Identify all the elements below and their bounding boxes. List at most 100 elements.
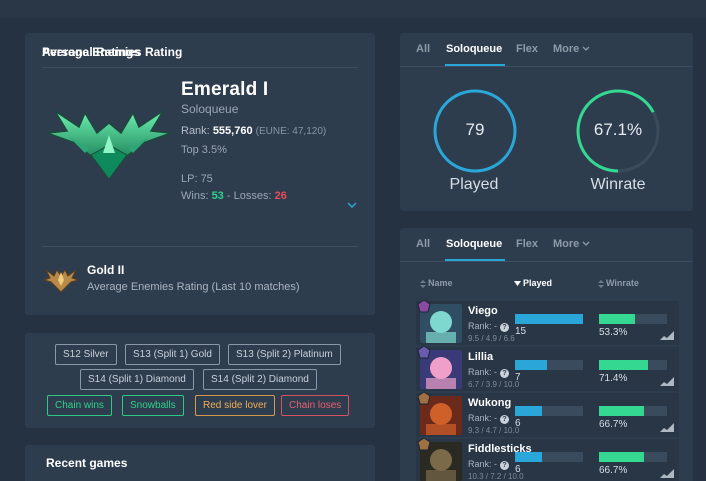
tab-soloqueue[interactable]: Soloqueue (446, 43, 502, 55)
losses-label: Losses: (233, 190, 272, 202)
champion-rank: Rank: -? (468, 321, 510, 332)
column-winrate-label: Winrate (606, 278, 639, 288)
tag-chain-loses[interactable]: Chain loses (281, 395, 350, 416)
played-bar (515, 314, 583, 324)
winrate-percent: 71.4% (599, 373, 628, 384)
tag-red-side-lover[interactable]: Red side lover (195, 395, 275, 416)
losses-value: 26 (274, 190, 287, 202)
trend-chart-icon[interactable] (660, 330, 674, 340)
column-played-label: Played (523, 278, 553, 288)
wins-label: Wins: (181, 190, 209, 202)
played-bar-fill (515, 314, 583, 324)
tags-panel: S12 Silver S13 (Split 1) Gold S13 (Split… (25, 333, 375, 428)
help-icon[interactable]: ? (500, 415, 510, 424)
tab-more[interactable]: More (553, 238, 590, 250)
chevron-down-icon (582, 241, 590, 247)
top-percent: Top 3.5% (181, 144, 227, 156)
champion-rank-label: Rank: - (468, 459, 498, 469)
table-row[interactable]: Viego Rank: -? 9.5 / 4.9 / 6.6 15 53.3% (400, 299, 693, 347)
champions-panel: All Soloqueue Flex More Name Played Winr… (400, 228, 693, 481)
played-bar (515, 360, 583, 370)
tag-chain-wins[interactable]: Chain wins (47, 395, 112, 416)
played-bar (515, 406, 583, 416)
winrate-bar (599, 360, 667, 370)
column-name-label: Name (428, 278, 453, 288)
gold-emblem-icon (43, 269, 79, 293)
rank-name: Emerald I (181, 79, 269, 100)
tab-flex[interactable]: Flex (516, 238, 538, 250)
champion-rank-label: Rank: - (468, 367, 498, 377)
help-icon[interactable]: ? (500, 323, 510, 332)
champion-name[interactable]: Wukong (468, 397, 511, 409)
winrate-value: 67.1% (593, 120, 643, 139)
tab-all[interactable]: All (416, 238, 430, 250)
tag-s13-split1-gold[interactable]: S13 (Split 1) Gold (125, 344, 220, 365)
champion-kda: 9.3 / 4.7 / 10.0 (468, 426, 520, 435)
tag-s13-split2-platinum[interactable]: S13 (Split 2) Platinum (228, 344, 341, 365)
played-bar (515, 452, 583, 462)
tag-snowballs[interactable]: Snowballs (122, 395, 184, 416)
tab-soloqueue[interactable]: Soloqueue (446, 238, 502, 250)
played-value: 79 (465, 120, 485, 139)
tag-s14-split2-diamond[interactable]: S14 (Split 2) Diamond (203, 369, 317, 390)
champion-rank: Rank: -? (468, 367, 510, 378)
help-icon[interactable]: ? (500, 369, 510, 378)
champion-kda: 9.5 / 4.9 / 6.6 (468, 334, 515, 343)
tab-all[interactable]: All (416, 43, 430, 55)
table-row[interactable]: Fiddlesticks Rank: -? 10.3 / 7.2 / 10.0 … (400, 437, 693, 481)
sort-desc-icon (514, 281, 521, 287)
winrate-bar-fill (599, 314, 635, 324)
chevron-down-icon (582, 46, 590, 52)
played-count: 6 (515, 464, 521, 475)
rank-badge-icon (417, 391, 431, 405)
champion-name[interactable]: Lillia (468, 351, 493, 363)
average-enemies-title: Average Enemies Rating (42, 45, 183, 59)
champion-rank: Rank: -? (468, 413, 510, 424)
winrate-percent: 53.3% (599, 327, 628, 338)
sort-icon (598, 279, 604, 288)
chevron-down-icon[interactable] (346, 199, 358, 211)
emerald-emblem-icon (46, 110, 172, 180)
rank-regional: (EUNE: 47,120) (255, 126, 327, 137)
table-row[interactable]: Lillia Rank: -? 6.7 / 3.9 / 10.0 7 71.4% (400, 345, 693, 393)
recent-games-panel: Recent games (25, 445, 375, 481)
stats-panel: All Soloqueue Flex More 79 Played 67.1% … (400, 33, 693, 211)
tag-s14-split1-diamond[interactable]: S14 (Split 1) Diamond (80, 369, 194, 390)
average-rank-description: Average Enemies Rating (Last 10 matches) (87, 281, 300, 293)
divider (400, 66, 693, 67)
top-bar (0, 0, 706, 18)
column-name-header[interactable]: Name (420, 278, 453, 288)
tag-s12-silver[interactable]: S12 Silver (55, 344, 117, 365)
league-points: LP: 75 (181, 173, 213, 185)
winrate-bar-fill (599, 406, 644, 416)
played-bar-fill (515, 452, 542, 462)
table-row[interactable]: Wukong Rank: -? 9.3 / 4.7 / 10.0 6 66.7% (400, 391, 693, 439)
winrate-bar (599, 406, 667, 416)
rank-badge-icon (417, 299, 431, 313)
trend-chart-icon[interactable] (660, 376, 674, 386)
wins-value: 53 (211, 190, 224, 202)
wins-losses: Wins: 53 - Losses: 26 (181, 190, 287, 202)
tab-more[interactable]: More (553, 43, 590, 55)
played-count: 15 (515, 326, 527, 337)
winrate-bar-fill (599, 452, 644, 462)
separator: - (226, 190, 231, 202)
champion-name[interactable]: Viego (468, 305, 498, 317)
champion-rank-label: Rank: - (468, 321, 498, 331)
column-winrate-header[interactable]: Winrate (598, 278, 639, 288)
recent-games-title: Recent games (46, 456, 128, 470)
tab-more-label: More (553, 238, 580, 250)
winrate-label: Winrate (590, 176, 646, 193)
rank-badge-icon (417, 437, 431, 451)
tab-flex[interactable]: Flex (516, 43, 538, 55)
average-rank-name: Gold II (87, 263, 125, 277)
winrate-percent: 66.7% (599, 419, 628, 430)
rank-position: Rank: 555,760 (EUNE: 47,120) (181, 125, 326, 137)
rank-value: 555,760 (212, 125, 253, 137)
trend-chart-icon[interactable] (660, 422, 674, 432)
rank-badge-icon (417, 345, 431, 359)
help-icon[interactable]: ? (500, 461, 510, 470)
column-played-header[interactable]: Played (514, 278, 552, 288)
divider (42, 67, 358, 68)
trend-chart-icon[interactable] (660, 468, 674, 478)
